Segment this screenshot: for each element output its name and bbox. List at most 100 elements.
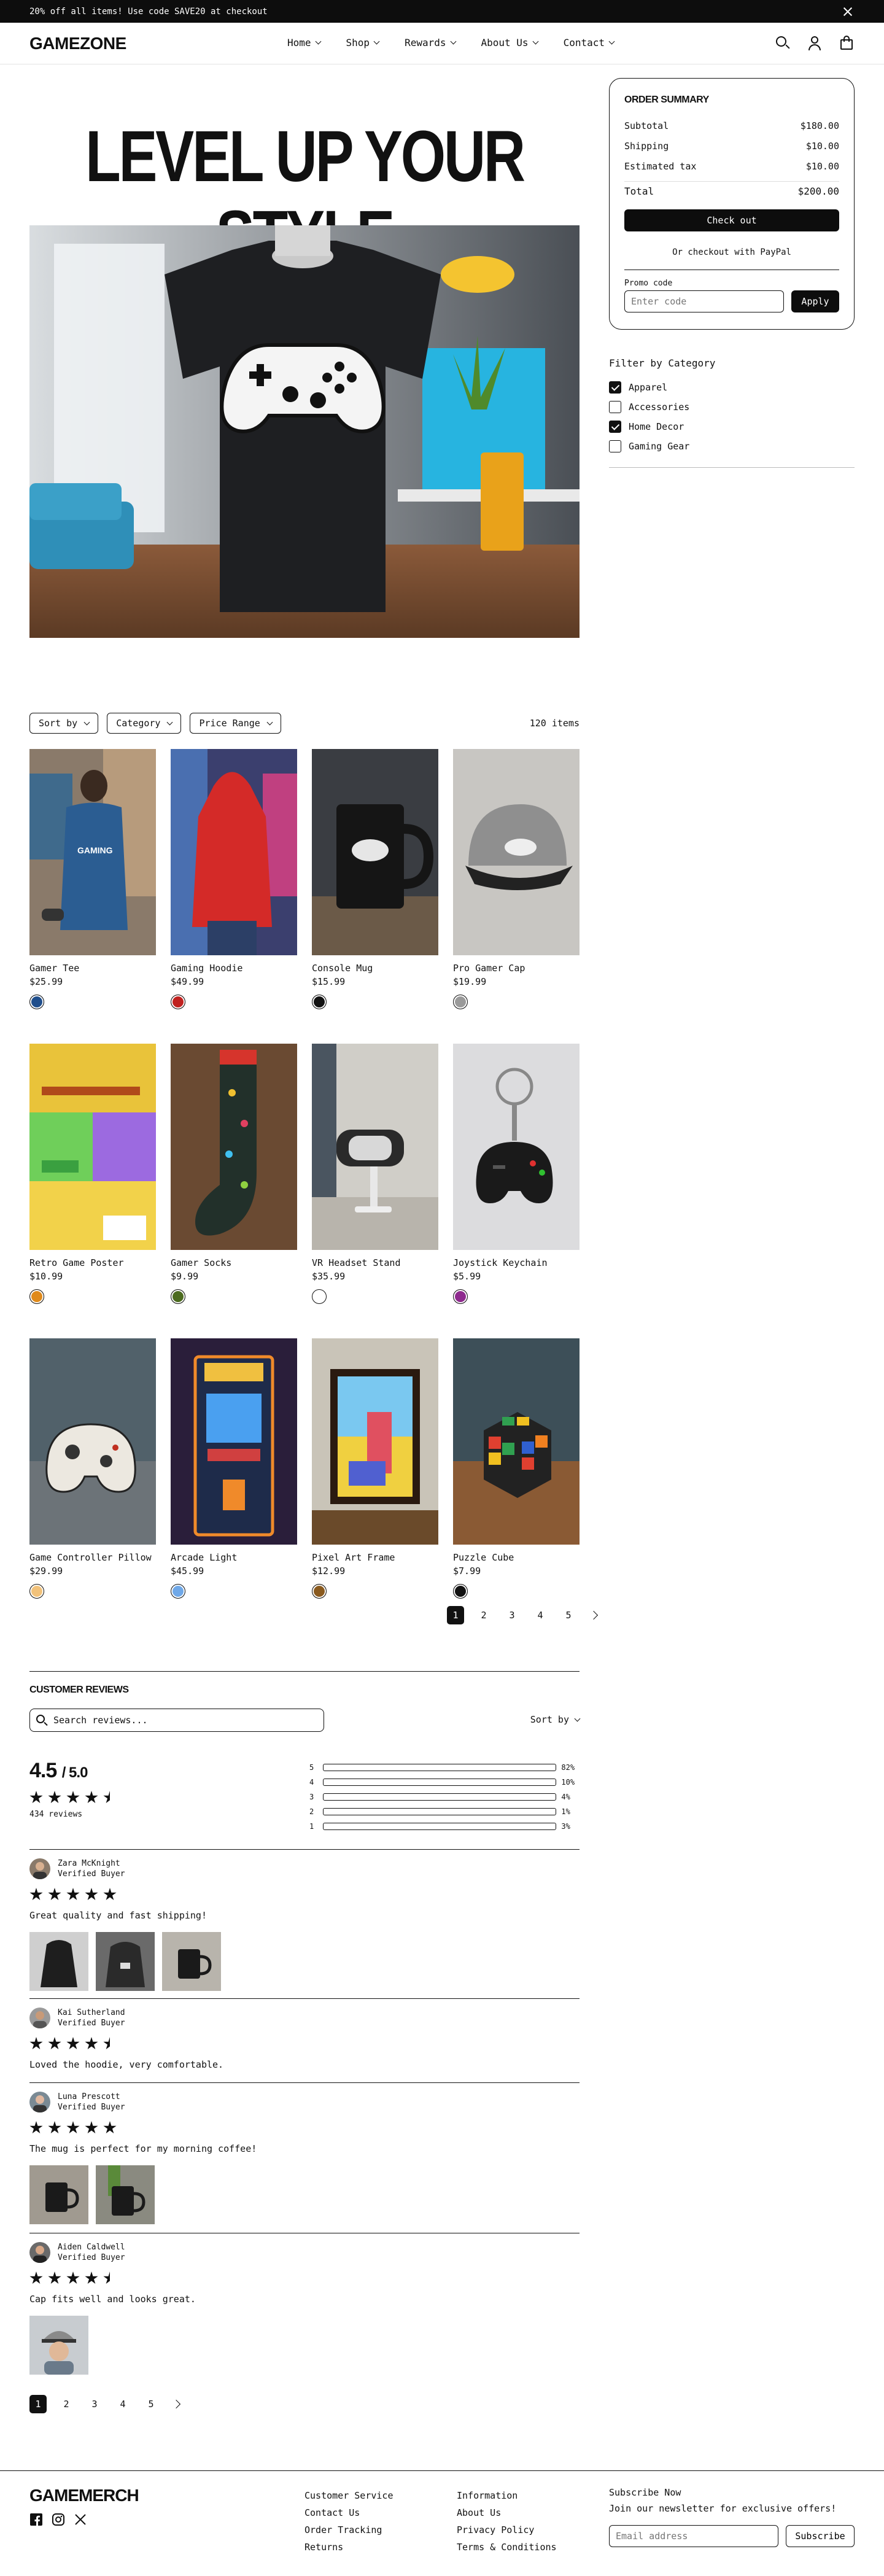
product-image[interactable]: [171, 1338, 297, 1545]
footer-link[interactable]: Contact Us: [304, 2504, 394, 2521]
filter-option-accessories[interactable]: Accessories: [609, 397, 855, 417]
nav-item-home[interactable]: Home: [287, 37, 321, 48]
product-card[interactable]: GAMING Gamer Tee $25.99: [29, 749, 156, 1044]
product-card[interactable]: Console Mug $15.99: [312, 749, 438, 1044]
product-card[interactable]: Arcade Light $45.99: [171, 1338, 297, 1633]
x-icon[interactable]: [74, 2513, 87, 2526]
site-logo[interactable]: GAMEZONE: [29, 34, 126, 53]
checkbox[interactable]: [609, 440, 621, 452]
review-sort-dropdown[interactable]: Sort by: [530, 1714, 581, 1725]
color-swatch[interactable]: [171, 995, 185, 1009]
color-swatch[interactable]: [453, 995, 468, 1009]
category-dropdown[interactable]: Category: [107, 713, 182, 734]
footer-link[interactable]: Privacy Policy: [457, 2521, 557, 2539]
product-image[interactable]: [453, 1044, 580, 1250]
chevron-right-icon[interactable]: [171, 2399, 181, 2409]
product-card[interactable]: Pixel Art Frame $12.99: [312, 1338, 438, 1633]
color-swatch[interactable]: [29, 1584, 44, 1599]
product-image[interactable]: [29, 1044, 156, 1250]
color-swatch[interactable]: [171, 1584, 185, 1599]
product-image[interactable]: [171, 749, 297, 955]
filter-option-apparel[interactable]: Apparel: [609, 378, 855, 397]
product-image[interactable]: [29, 1338, 156, 1545]
product-name[interactable]: Joystick Keychain: [453, 1257, 580, 1268]
filter-option-gaming-gear[interactable]: Gaming Gear: [609, 436, 855, 456]
product-image[interactable]: [171, 1044, 297, 1250]
footer-logo[interactable]: GAMEMERCH: [29, 2486, 139, 2505]
product-card[interactable]: Gaming Hoodie $49.99: [171, 749, 297, 1044]
product-name[interactable]: Console Mug: [312, 963, 438, 974]
color-swatch[interactable]: [29, 995, 44, 1009]
product-card[interactable]: VR Headset Stand $35.99: [312, 1044, 438, 1338]
page-button[interactable]: 5: [142, 2395, 160, 2413]
product-card[interactable]: Joystick Keychain $5.99: [453, 1044, 580, 1338]
review-photo[interactable]: [29, 2165, 88, 2224]
product-name[interactable]: Pro Gamer Cap: [453, 963, 580, 974]
product-name[interactable]: Gamer Socks: [171, 1257, 297, 1268]
footer-link[interactable]: Terms & Conditions: [457, 2539, 557, 2556]
product-image[interactable]: [312, 1338, 438, 1545]
paypal-link[interactable]: Or checkout with PayPal: [624, 247, 839, 257]
product-name[interactable]: Arcade Light: [171, 1552, 297, 1563]
color-swatch[interactable]: [453, 1289, 468, 1304]
product-image[interactable]: [312, 749, 438, 955]
color-swatch[interactable]: [312, 1289, 327, 1304]
review-photo[interactable]: [29, 1932, 88, 1991]
product-image[interactable]: GAMING: [29, 749, 156, 955]
page-button[interactable]: 2: [475, 1606, 492, 1624]
page-button[interactable]: 5: [560, 1606, 577, 1624]
filter-option-home-decor[interactable]: Home Decor: [609, 417, 855, 436]
product-card[interactable]: Retro Game Poster $10.99: [29, 1044, 156, 1338]
instagram-icon[interactable]: [52, 2513, 65, 2526]
product-name[interactable]: Puzzle Cube: [453, 1552, 580, 1563]
review-search-input[interactable]: Search reviews...: [53, 1715, 148, 1726]
color-swatch[interactable]: [312, 995, 327, 1009]
page-button[interactable]: 1: [29, 2395, 47, 2413]
footer-link[interactable]: About Us: [457, 2504, 557, 2521]
page-button[interactable]: 4: [532, 1606, 549, 1624]
product-image[interactable]: [312, 1044, 438, 1250]
close-icon[interactable]: [841, 5, 855, 18]
checkout-button[interactable]: Check out: [624, 209, 839, 231]
facebook-icon[interactable]: [29, 2513, 43, 2526]
color-swatch[interactable]: [453, 1584, 468, 1599]
sort-dropdown[interactable]: Sort by: [29, 713, 99, 734]
footer-link[interactable]: Customer Service: [304, 2487, 394, 2504]
checkbox[interactable]: [609, 421, 621, 433]
review-photo[interactable]: [96, 2165, 155, 2224]
product-card[interactable]: Gamer Socks $9.99: [171, 1044, 297, 1338]
nav-item-rewards[interactable]: Rewards: [405, 37, 456, 48]
review-photo[interactable]: [29, 2316, 88, 2375]
color-swatch[interactable]: [171, 1289, 185, 1304]
product-card[interactable]: Puzzle Cube $7.99: [453, 1338, 580, 1633]
product-name[interactable]: VR Headset Stand: [312, 1257, 438, 1268]
page-button[interactable]: 3: [86, 2395, 103, 2413]
subscribe-button[interactable]: Subscribe: [786, 2525, 855, 2547]
checkbox[interactable]: [609, 401, 621, 413]
product-name[interactable]: Gaming Hoodie: [171, 963, 297, 974]
search-icon[interactable]: [775, 35, 791, 51]
review-photo[interactable]: [96, 1932, 155, 1991]
product-name[interactable]: Gamer Tee: [29, 963, 156, 974]
product-card[interactable]: Game Controller Pillow $29.99: [29, 1338, 156, 1633]
newsletter-email-input[interactable]: [609, 2525, 778, 2547]
page-button[interactable]: 1: [447, 1606, 464, 1624]
checkbox[interactable]: [609, 381, 621, 394]
color-swatch[interactable]: [29, 1289, 44, 1304]
footer-link[interactable]: Order Tracking: [304, 2521, 394, 2539]
nav-item-about[interactable]: About Us: [481, 37, 539, 48]
price-range-dropdown[interactable]: Price Range: [190, 713, 281, 734]
chevron-right-icon[interactable]: [589, 1610, 599, 1620]
nav-item-contact[interactable]: Contact: [564, 37, 615, 48]
product-name[interactable]: Retro Game Poster: [29, 1257, 156, 1268]
footer-link[interactable]: Information: [457, 2487, 557, 2504]
page-button[interactable]: 3: [503, 1606, 521, 1624]
product-image[interactable]: [453, 749, 580, 955]
review-search[interactable]: Search reviews...: [29, 1709, 324, 1732]
product-image[interactable]: [453, 1338, 580, 1545]
review-photo[interactable]: [162, 1932, 221, 1991]
product-name[interactable]: Game Controller Pillow: [29, 1552, 156, 1563]
nav-item-shop[interactable]: Shop: [346, 37, 380, 48]
footer-link[interactable]: Returns: [304, 2539, 394, 2556]
page-button[interactable]: 4: [114, 2395, 131, 2413]
